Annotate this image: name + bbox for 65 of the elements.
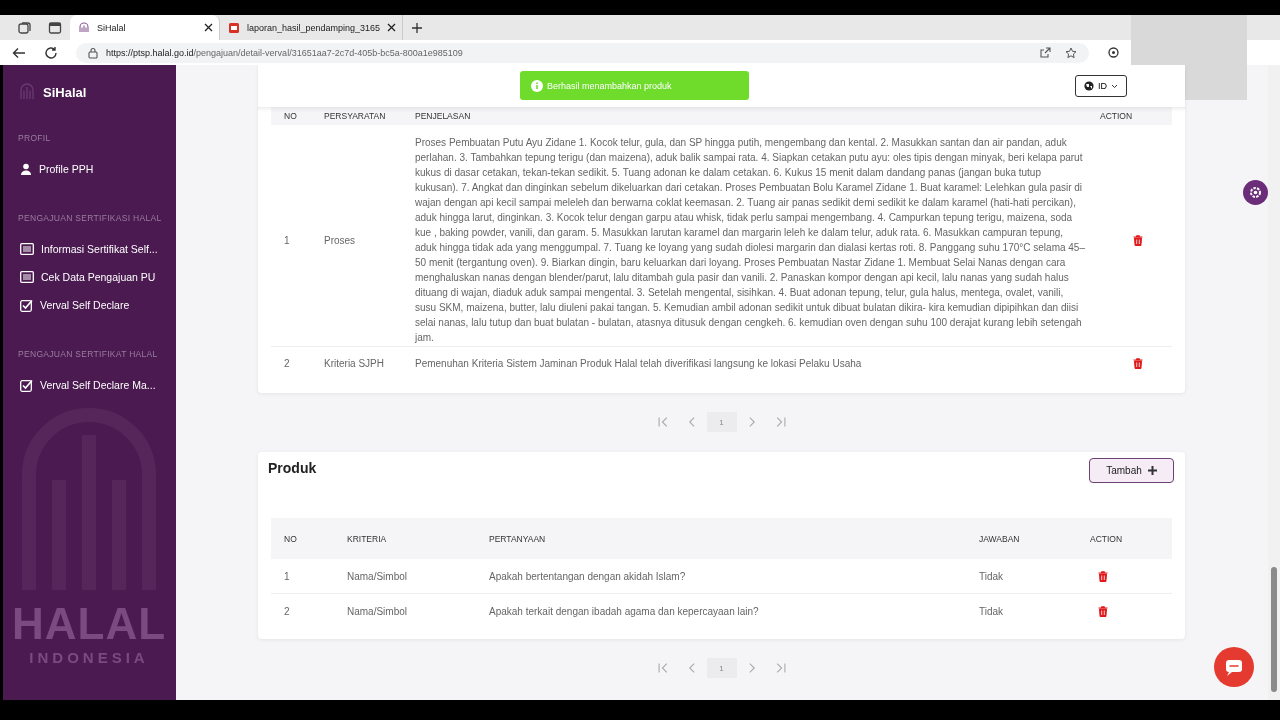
user-icon (20, 163, 32, 175)
table-cell-text: Pemenuhan Kriteria Sistem Jaminan Produk Halal telah diverifikasi langsung ke lokasi Pelaku Usaha (415, 357, 863, 371)
table-cell-text: 2 (284, 358, 291, 369)
nav-item[interactable]: Cek Data Pengajuan PU (3, 263, 176, 291)
delete-icon[interactable] (1098, 605, 1108, 617)
table-cell-text: Proses (324, 234, 357, 246)
language-select[interactable]: ID (1075, 75, 1127, 97)
scrollbar[interactable] (1268, 65, 1280, 700)
table-cell-text: 1 (284, 570, 291, 582)
pdf-file-icon (228, 21, 240, 34)
table-cell-text: Apakah terkait dengan ibadah agama dan kepercayaan lain? (489, 605, 760, 617)
list-icon (20, 243, 34, 255)
checkbox-icon (20, 378, 33, 392)
chat-button-icon[interactable] (1214, 647, 1254, 687)
close-icon[interactable] (204, 23, 213, 32)
column-header: JAWABAN (979, 533, 1021, 544)
section-heading: PROFIL (17, 132, 52, 145)
address-field[interactable]: https://ptsp.halal.go.id/pengajuan/detail-verval/31651aa7-2c7d-405b-bc5a-800a1e985109 (76, 42, 1089, 63)
chevron-down-icon (1111, 83, 1118, 89)
table-cell-text: 1 (284, 234, 291, 246)
column-header: ACTION (1100, 111, 1134, 121)
nav-item[interactable]: Verval Self Declare (3, 291, 176, 319)
section-heading: PENGAJUAN SERTIFIKASI HALAL (17, 212, 163, 225)
workspaces-icon[interactable] (18, 20, 32, 35)
table-cell-text: Tidak (979, 605, 1005, 617)
column-header: KRITERIA (347, 533, 388, 544)
brand-name: SiHalal (43, 84, 87, 100)
column-header: PENJELASAN (415, 111, 472, 121)
new-tab-icon[interactable] (411, 21, 424, 34)
success-toast: Berhasil menambahkan produk (520, 71, 749, 100)
table-cell-text: Nama/Simbol (347, 605, 409, 617)
section-title: Produk (268, 459, 317, 476)
column-header: NO (284, 111, 298, 121)
nav-item[interactable]: Profile PPH (3, 155, 176, 183)
reload-icon[interactable] (44, 45, 58, 60)
column-header: PERTANYAAN (489, 533, 547, 544)
site-logo-icon (78, 21, 90, 34)
table-cell-text: Kriteria SJPH (324, 358, 385, 369)
star-icon[interactable] (1065, 46, 1077, 59)
open-in-app-icon[interactable] (1040, 47, 1051, 58)
column-header: NO (284, 533, 298, 544)
section-heading: PENGAJUAN SERTIFIKAT HALAL (17, 348, 159, 361)
delete-icon[interactable] (1133, 234, 1143, 246)
back-icon[interactable] (12, 45, 26, 60)
tab-actions-icon[interactable] (48, 20, 62, 35)
table-cell-text: Tidak (979, 570, 1005, 582)
nav-item[interactable]: Informasi Sertifikat Self... (3, 235, 176, 263)
delete-icon[interactable] (1133, 358, 1143, 369)
table-cell-text: Apakah bertentangan dengan akidah Islam? (489, 570, 687, 582)
lock-icon (88, 46, 98, 59)
table-cell-text: Proses Pembuatan Putu Ayu Zidane 1. Kocok telur, gula, dan SP hingga putih, mengembang dan kental. 2. Masukkan santan dan air pandan, aduk perlahan. 3. Tambahkan tepung terigu (dan maizena), aduk balik sampai rata. 4. Siapkan cetakan putu ayu: oles tipis dengan minyak, beri kelapa parut kukus di dasar cetakan, tekan-tekan sedikit. 5. Tuang adonan ke dalam cetakan. 6. Kukus 15 menit dalam dandang panas (jangan buka tutup kukusan). 7. Angkat dan dinginkan sebelum dikeluarkan dari cetakan. Proses Pembuatan Bolu Karamel Zidane 1. Buat karamel: Lelehkan gula pasir di wajan dengan api kecil sampai meleleh dan berwarna coklat keemasan. 2. Tuang air panas sedikit demi sedikit ke dalam karamel (hati-hati percikan), aduk hingga larut, dinginkan. 3. Kocok telur dengan garpu atau whisk, tidak perlu sampai mengembang. 4. Campurkan tepung terigu, maizena, soda kue , baking powder, vanili, dan garam. 5. Masukkan larutan karamel dan margarin leleh ke dalam telur, aduk rata. 6. Masukkan campuran tepung, aduk hingga tidak ada yang menggumpal. 7. Tuang ke loyang yang sudah diolesi margarin dan dialasi kertas roti. 8. Panggang suhu 170°C selama 45–50 menit (tergantung oven). 9. Biarkan dingin, baru keluarkan dari loyang. Proses Pembuatan Nastar Zidane 1. Membuat Selai Nanas dengan cara menghaluskan nanas dengan blender/parut, lalu ditambah gula pasir dan vanili. 2. Panaskan kompor dengan api kecil, lalu nanas yang sudah halus dituang di wajan, diaduk aduk sampai mengental. 3. Setelah mengental, sisihkan. 4. Buat adonan tepung, telur, gula halus, mentega, ovalet, vanili, susu SKM, maizena, butter, lalu diuleni pakai tangan. 5. Kemudian ambil adonan sedikit untuk dibuat bulatan dikira- kira kemudian dipipihkan dan diisi selai nanas, lalu tutup dan buat bulatan - bulatan, atasnya ditusuk dengan cengkeh. 6. kemudian oven dengan suhu 100 derajat kurang lebih setengah jam. (415, 136, 1086, 345)
info-icon (531, 79, 543, 92)
browser-tab[interactable]: SiHalal (70, 15, 220, 40)
settings-icon[interactable] (1243, 180, 1268, 205)
column-header: PERSYARATAN (324, 111, 387, 121)
column-header: ACTION (1090, 533, 1124, 544)
table-cell-text: Nama/Simbol (347, 570, 409, 582)
plus-icon (1147, 466, 1157, 475)
close-icon[interactable] (387, 23, 397, 32)
nav-item[interactable]: Verval Self Declare Ma... (3, 371, 176, 399)
list-icon (20, 271, 34, 283)
table-cell-text: 2 (284, 605, 291, 617)
checkbox-icon (20, 298, 33, 312)
delete-icon[interactable] (1098, 570, 1108, 582)
add-button[interactable]: Tambah (1089, 458, 1174, 483)
